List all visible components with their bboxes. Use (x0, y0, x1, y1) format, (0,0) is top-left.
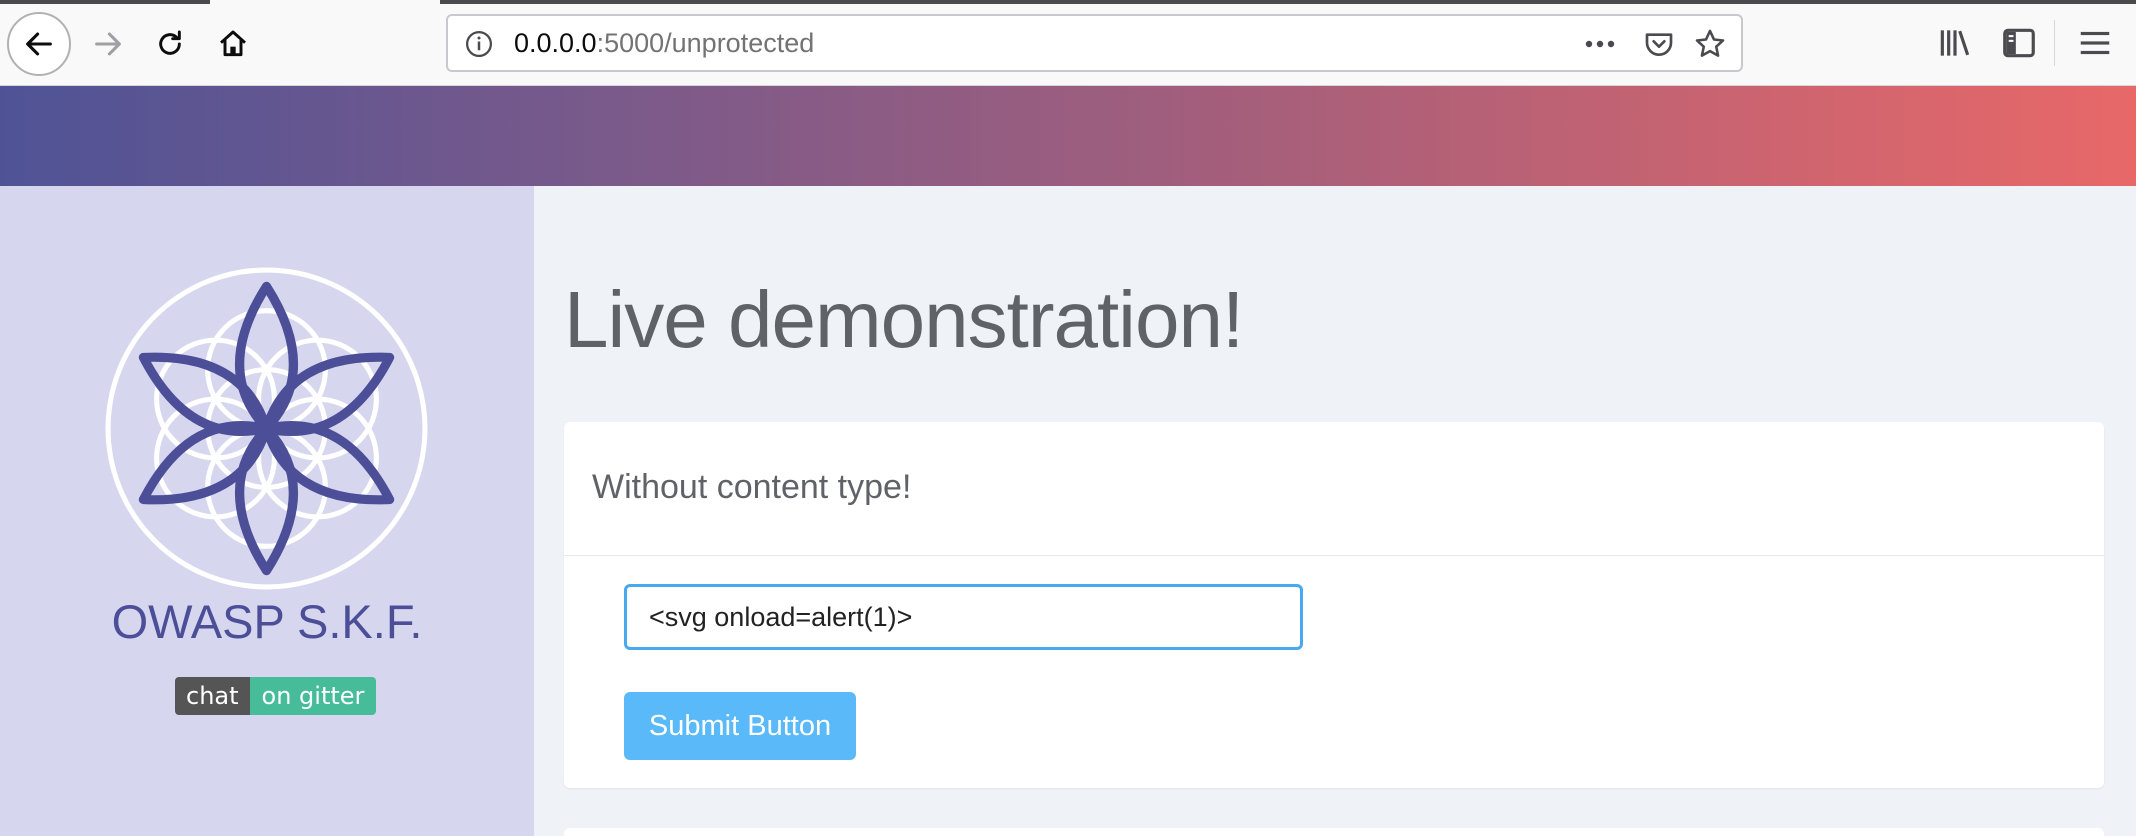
star-icon[interactable] (1693, 27, 1727, 61)
sidebar-icon[interactable] (2000, 24, 2038, 62)
main-content: Live demonstration! Without content type… (534, 186, 2136, 836)
page-title: Live demonstration! (564, 275, 1244, 364)
library-icon[interactable] (1936, 24, 1974, 62)
forward-button[interactable] (76, 12, 140, 76)
badge-label: chat (175, 677, 250, 715)
url-text[interactable]: 0.0.0.0:5000/unprotected (514, 28, 814, 59)
second-card (564, 828, 2104, 836)
badge-value: on gitter (249, 677, 377, 715)
tab-strip (0, 0, 2136, 4)
url-host: 0.0.0.0 (514, 28, 597, 58)
forward-icon (95, 32, 121, 56)
pocket-icon[interactable] (1643, 28, 1675, 60)
gitter-chat-badge[interactable]: chat on gitter (175, 677, 377, 715)
brand-name: OWASP S.K.F. (111, 595, 423, 648)
demo-card: Without content type! Submit Button (564, 422, 2104, 788)
card-title: Without content type! (592, 468, 912, 506)
active-tab-indicator (210, 0, 440, 4)
header-banner (0, 86, 2136, 186)
home-button[interactable] (201, 12, 265, 76)
back-button[interactable] (7, 12, 71, 76)
reload-icon (159, 30, 181, 55)
card-header: Without content type! (564, 422, 2104, 556)
submit-button[interactable]: Submit Button (624, 692, 856, 760)
reload-button[interactable] (138, 12, 202, 76)
payload-input[interactable] (624, 584, 1303, 650)
browser-toolbar: 0.0.0.0:5000/unprotected (0, 0, 2136, 86)
sidebar: OWASP S.K.F. chat on gitter (0, 186, 534, 836)
owasp-skf-logo (105, 267, 428, 590)
menu-icon[interactable] (2076, 24, 2114, 62)
info-icon[interactable] (464, 29, 494, 59)
url-bar[interactable]: 0.0.0.0:5000/unprotected (446, 14, 1743, 72)
url-path: :5000/unprotected (596, 28, 815, 58)
back-icon (26, 32, 52, 56)
toolbar-separator (2054, 20, 2055, 66)
browser-window: 0.0.0.0:5000/unprotected OWASP S.K.F. ch… (0, 0, 2136, 836)
more-icon[interactable] (1581, 30, 1619, 58)
home-icon (220, 30, 246, 57)
